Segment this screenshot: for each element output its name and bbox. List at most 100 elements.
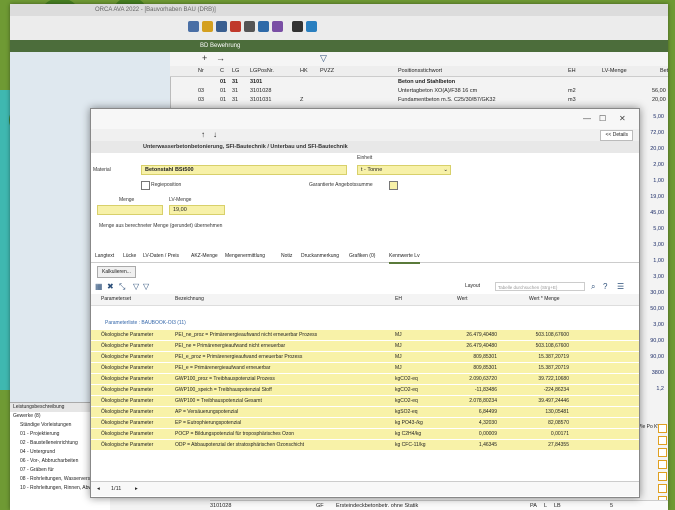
uebernehmen-link[interactable]: Menge aus berechneter Menge (gerundet) ü… [99, 223, 222, 229]
garantierte-checkbox[interactable] [389, 181, 398, 190]
table-icon[interactable]: ▦ [95, 282, 103, 291]
grid-cell-lb: LB [554, 503, 561, 509]
tab-langtext[interactable]: Langtext [95, 250, 114, 262]
cell-wert-menge: 39.722,10680 [538, 376, 569, 382]
page-next-icon[interactable]: ▸ [135, 482, 138, 496]
lv-menge-value: 45,00 [650, 210, 664, 216]
row-checkbox[interactable] [658, 484, 667, 493]
cell-parameterset: Ökologische Parameter [101, 387, 154, 393]
help-icon[interactable]: ? [603, 282, 607, 291]
table-row[interactable]: Ökologische Parameter PEI_e = Primärenerg… [91, 363, 639, 374]
einheit-label: Einheit [357, 155, 373, 161]
search-icon[interactable]: ⌕ [591, 282, 595, 292]
row-checkbox[interactable] [658, 424, 667, 433]
cell-wert-menge: 27,84355 [548, 442, 569, 448]
table-row[interactable]: Ökologische Parameter AP = Versäuerungspo… [91, 407, 639, 418]
table-search-input[interactable]: Tabelle durchsuchen (Strg+E) [495, 282, 585, 291]
cell-parameterset: Ökologische Parameter [101, 376, 154, 382]
toolbar-calc-icon[interactable] [306, 21, 317, 32]
layout-dropdown[interactable]: Layout [465, 283, 480, 289]
details-button[interactable]: << Details [600, 130, 633, 141]
lv-menge-value: 3800 [651, 370, 664, 376]
grid-cell-menge: 20,00 [652, 97, 666, 103]
filter-clear-icon[interactable]: ▽ [143, 282, 149, 291]
grid-row[interactable]: 03 01 31 3101028 Untertagbeton XO(A)/F38… [170, 87, 668, 95]
tab-mengenermittlung[interactable]: Mengenermittlung [225, 250, 265, 262]
table-row[interactable]: Ökologische Parameter POCP = Bildungspote… [91, 429, 639, 440]
minimize-icon[interactable]: — [583, 114, 591, 123]
group-row[interactable]: Parameterliste : BAUBOOK-OI3 (11) [91, 318, 639, 328]
header-eh[interactable]: EH [395, 294, 402, 305]
filter-icon[interactable]: ▽ [320, 53, 327, 64]
arrow-up-icon[interactable]: ↑ [201, 129, 205, 141]
toolbar-new-icon[interactable] [188, 21, 199, 32]
cell-wert: 26.479,40480 [466, 343, 497, 349]
breadcrumb: BD Bewehrung [10, 40, 668, 52]
chevron-down-icon: ⌄ [443, 167, 448, 173]
menu-icon[interactable]: ☰ [617, 282, 624, 291]
grid-row[interactable]: 03 01 31 3101031 Z Fundamentbeton m.S. C… [170, 96, 668, 104]
table-row[interactable]: Ökologische Parameter GWP100_speich = Tre… [91, 385, 639, 396]
cell-bezeichnung: PEI_ne_proz = Primärenergieaufwand nicht… [175, 332, 318, 338]
maximize-icon[interactable]: ☐ [599, 114, 606, 123]
lv-menge-field[interactable]: 19,00 [169, 205, 225, 215]
header-wert-menge[interactable]: Wert * Menge [529, 294, 559, 305]
table-row[interactable]: Ökologische Parameter ODP = Abbaupotenzia… [91, 440, 639, 451]
grid-row[interactable]: 01 31 3101 Beton und Stahlbeton [170, 78, 668, 86]
cell-wert: 4,32030 [478, 420, 497, 426]
cell-bezeichnung: POCP = Bildungspotenzial für troposphäri… [175, 431, 295, 437]
kalkulieren-button[interactable]: Kalkulieren... [97, 266, 136, 278]
cell-eh: kgSO2-eq [395, 409, 418, 415]
tab-notiz[interactable]: Notiz [281, 250, 292, 262]
cell-bezeichnung: PEI_ne = Primärenergieaufwand nicht erne… [175, 343, 286, 349]
grid-header-eh: EH [568, 68, 576, 74]
add-icon[interactable]: + [202, 53, 207, 63]
page-first-icon[interactable]: ◂ [97, 482, 100, 496]
table-toolbar: ▦ ✖ ⤡ ▽ ▽ Layout Tabelle durchsuchen (St… [91, 280, 639, 295]
table-row[interactable]: Ökologische Parameter GWP100_proz = Treib… [91, 374, 639, 385]
header-wert[interactable]: Wert [457, 294, 467, 305]
regieposition-checkbox[interactable] [141, 181, 150, 190]
tab-druckanmerkung[interactable]: Druckanmerkung [301, 250, 339, 262]
toolbar-paste-icon[interactable] [272, 21, 283, 32]
collapse-icon[interactable]: ⤡ [119, 282, 125, 292]
tab-lv-daten[interactable]: LV-Daten / Preis [143, 250, 179, 262]
grid-row[interactable]: 3101028 GF Ersteindeckbetonbetr. ohne St… [210, 500, 668, 510]
table-row[interactable]: Ökologische Parameter PEI_ne_proz = Primä… [91, 330, 639, 341]
table-row[interactable]: Ökologische Parameter PEI_ne = Primärener… [91, 341, 639, 352]
header-bezeichnung[interactable]: Bezeichnung [175, 294, 204, 305]
einheit-select[interactable]: t - Tonne ⌄ [357, 165, 451, 175]
tab-kennwerte[interactable]: Kennwerte Lv [389, 250, 420, 264]
berechnete-menge-field[interactable] [97, 205, 163, 215]
arrow-right-icon[interactable]: → [216, 53, 225, 63]
material-field[interactable]: Betonstahl BSt500 [141, 165, 347, 175]
cell-parameterset: Ökologische Parameter [101, 343, 154, 349]
grid-header-nr: Nr [198, 68, 204, 74]
toolbar-copy-icon[interactable] [258, 21, 269, 32]
cell-eh: kgCO2-eq [395, 398, 418, 404]
header-parameterset[interactable]: Parameterset [101, 294, 131, 305]
close-icon[interactable]: ✕ [619, 114, 626, 123]
toolbar-save-icon[interactable] [216, 21, 227, 32]
filter-icon[interactable]: ▽ [133, 282, 139, 291]
grid-header-betrag: Betrag [660, 68, 668, 74]
cell-bezeichnung: GWP100_speich = Treibhauspotenzial Stoff [175, 387, 272, 393]
delete-icon[interactable]: ✖ [107, 282, 114, 291]
arrow-down-icon[interactable]: ↓ [213, 129, 217, 141]
row-checkbox[interactable] [658, 460, 667, 469]
toolbar-grid-icon[interactable] [292, 21, 303, 32]
table-row[interactable]: Ökologische Parameter GWP100 = Treibhausp… [91, 396, 639, 407]
table-row[interactable]: Ökologische Parameter EP = Eutrophierungs… [91, 418, 639, 429]
grid-cell-hk: Z [300, 97, 304, 103]
toolbar-print-icon[interactable] [244, 21, 255, 32]
row-checkbox[interactable] [658, 448, 667, 457]
row-checkbox[interactable] [658, 436, 667, 445]
table-row[interactable]: Ökologische Parameter PEI_e_proz = Primär… [91, 352, 639, 363]
tab-grafiken[interactable]: Grafiken (0) [349, 250, 375, 262]
tab-akz-menge[interactable]: AKZ-Menge [191, 250, 218, 262]
position-path: Unterwasserbetonbetonierung, SFI-Bautech… [91, 141, 639, 153]
toolbar-edit-icon[interactable] [230, 21, 241, 32]
row-checkbox[interactable] [658, 472, 667, 481]
tab-luecke[interactable]: Lücke [123, 250, 136, 262]
toolbar-open-icon[interactable] [202, 21, 213, 32]
